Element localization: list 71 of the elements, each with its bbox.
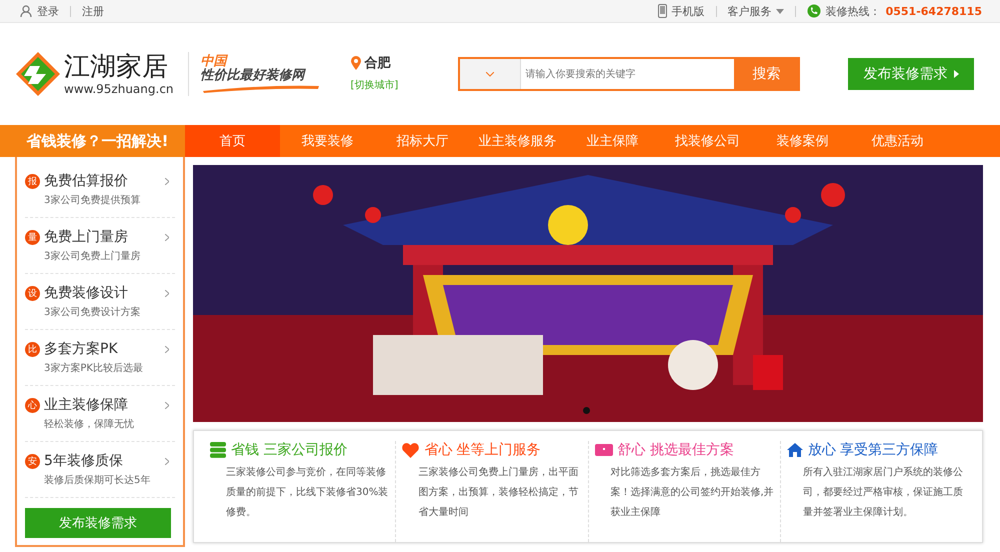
service-menu[interactable]: 客户服务 (728, 4, 784, 18)
hotline-label: 装修热线： (826, 4, 881, 18)
logo-icon (16, 52, 60, 96)
sidebar-item[interactable]: 5年装修质保 (44, 452, 161, 470)
chevron-icon (165, 458, 169, 464)
feature-description: 所有入驻江湖家居门户系统的装修公司，都要经过严格审核，保证施工质量并签署业主保障计划。 (802, 466, 964, 520)
feature-title: 省钱 三家公司报价 (231, 441, 348, 459)
publish-button[interactable]: 发布装修需求 (848, 58, 974, 90)
nav-tab[interactable]: 我要装修 (280, 125, 375, 157)
badge: 比 (25, 342, 40, 356)
badge: 量 (25, 230, 40, 244)
nav-tab[interactable]: 业主保障 (565, 125, 660, 157)
chevron-icon (165, 402, 169, 408)
side-title: 省钱装修？一招解决! (0, 125, 185, 157)
chevron-icon (165, 290, 169, 296)
sidebar-item-description: 轻松装修，保障无忧 (44, 418, 135, 431)
slogan-top: 中国 (200, 55, 228, 69)
sidebar-item-description: 装修后质保期可长达5年 (44, 474, 152, 487)
mobile-link[interactable]: 手机版 (672, 4, 705, 18)
nav-tab[interactable]: 招标大厅 (375, 125, 470, 157)
database-icon (210, 442, 226, 458)
badge: 心 (25, 398, 40, 412)
feature-title: 省心 坐等上门服务 (424, 441, 541, 459)
login-link[interactable]: 登录 (37, 4, 59, 18)
sidebar-item-description: 3家公司免费上门量房 (44, 250, 142, 263)
feature-description: 三家装修公司参与竞价，在同等装修质量的前提下，比线下装修省30%装修费。 (226, 466, 390, 520)
publish-button[interactable]: 发布装修需求 (25, 508, 171, 538)
sidebar-item[interactable]: 免费估算报价 (44, 172, 161, 190)
register-link[interactable]: 注册 (82, 4, 104, 18)
hotline-number: 0551-64278115 (886, 4, 982, 18)
phone-call-icon (806, 4, 821, 18)
nav-tab[interactable]: 优惠活动 (850, 125, 945, 157)
search-button[interactable]: 搜索 (734, 59, 798, 89)
nav-tab[interactable]: 装修案例 (755, 125, 850, 157)
location-pin-icon (350, 56, 361, 70)
nav-tab[interactable]: 业主装修服务 (470, 125, 565, 157)
logo-url: www.95zhuang.cn (64, 82, 174, 96)
badge: 设 (25, 286, 40, 300)
house-icon (786, 443, 803, 457)
city-name: 合肥 (364, 55, 391, 72)
sidebar-item[interactable]: 业主装修保障 (44, 396, 161, 414)
sidebar-item-description: 3家公司免费提供预算 (44, 194, 142, 207)
badge: 报 (25, 174, 40, 188)
sidebar-item-description: 3家方案PK比较后选最 (44, 362, 144, 375)
sidebar-item[interactable]: 多套方案PK (44, 340, 161, 358)
card-icon (594, 444, 612, 456)
nav-tab[interactable]: 首页 (185, 125, 280, 157)
phone-icon (658, 4, 667, 18)
slogan-text: 性价比最好装修网 (200, 69, 307, 83)
user-icon (20, 5, 32, 17)
chevron-icon (486, 72, 494, 76)
heart-icon (402, 442, 420, 458)
chevron-icon (165, 234, 169, 240)
sidebar-item-description: 3家公司免费设计方案 (44, 306, 142, 319)
nav-tab[interactable]: 找装修公司 (660, 125, 755, 157)
sidebar-item[interactable]: 免费上门量房 (44, 228, 161, 246)
chevron-icon (165, 178, 169, 184)
feature-title: 放心 享受第三方保障 (808, 441, 938, 459)
search-category-dropdown[interactable] (460, 59, 522, 89)
search-field[interactable]: 请输入你要搜索的关键字 搜索 (458, 57, 800, 91)
chevron-icon (165, 346, 169, 352)
swoosh-icon (200, 83, 321, 93)
logo-name: 江湖家居 (64, 52, 169, 82)
triangle-icon (954, 70, 960, 78)
sidebar-item[interactable]: 免费装修设计 (44, 284, 161, 302)
feature-title: 舒心 挑选最佳方案 (618, 441, 734, 459)
badge: 安 (25, 454, 40, 468)
switch-city-link[interactable]: [切换城市] (350, 78, 398, 92)
feature-description: 三家装修公司免费上门量房，出平面图方案，出预算，装修轻松搞定，节省大量时间 (418, 466, 580, 520)
feature-description: 对比筛选多套方案后，挑选最佳方案！选择满意的公司签约开始装修,并获业主保障 (610, 466, 774, 520)
caret-icon (776, 8, 784, 14)
